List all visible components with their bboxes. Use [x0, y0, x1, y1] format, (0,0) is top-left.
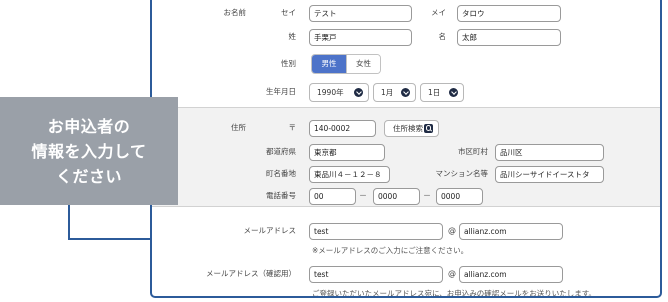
instruction-callout: お申込者の 情報を入力して ください — [0, 97, 178, 205]
birth-year-value: 1990年 — [317, 88, 344, 97]
gender-female-option[interactable]: 女性 — [346, 55, 380, 73]
birth-day-value: 1日 — [428, 88, 441, 97]
birth-day-select[interactable]: 1日 — [420, 83, 464, 102]
name-label: お名前 — [223, 8, 247, 17]
city-input[interactable]: 品川区 — [495, 144, 604, 161]
birth-year-select[interactable]: 1990年 — [309, 83, 369, 102]
postal-code-input[interactable]: 140-0002 — [309, 120, 376, 137]
email-confirm-local-input[interactable]: test — [309, 266, 443, 283]
first-name-label: 名 — [438, 32, 447, 41]
mei-label: メイ — [431, 8, 446, 17]
first-name-input[interactable]: 太郎 — [457, 29, 561, 46]
street-label: 町名番地 — [266, 169, 296, 178]
gender-label: 性別 — [281, 59, 296, 68]
phone-separator: － — [359, 191, 367, 200]
mei-input[interactable]: タロウ — [457, 5, 561, 22]
callout-connector-vertical — [68, 205, 70, 240]
last-name-input[interactable]: 手栗戸 — [309, 29, 412, 46]
phone-separator: － — [423, 191, 431, 200]
birthdate-label: 生年月日 — [266, 87, 296, 96]
prefecture-input[interactable]: 東京都 — [309, 144, 385, 161]
phone-input-3[interactable]: 0000 — [436, 188, 483, 205]
applicant-form: お名前 セイ テスト メイ タロウ 姓 手栗戸 名 太郎 性別 男性 女性 生年… — [150, 0, 662, 298]
chevron-down-icon — [449, 88, 458, 97]
building-input[interactable]: 品川シーサイドイーストタ — [495, 166, 604, 183]
address-search-label: 住所検索 — [393, 124, 423, 133]
at-mark: @ — [448, 269, 456, 278]
search-icon — [424, 124, 433, 133]
callout-connector-horizontal — [68, 238, 152, 240]
email-local-input[interactable]: test — [309, 223, 443, 240]
callout-line-2: 情報を入力して — [31, 141, 147, 161]
email-confirm-label: メールアドレス（確認用） — [206, 269, 296, 278]
email-confirm-note: ご登録いただいたメールアドレス宛に、お申込みの確認メールをお送りいたします。 — [312, 289, 597, 298]
callout-line-1: お申込者の — [47, 116, 131, 136]
callout-line-3: ください — [55, 166, 122, 186]
email-label: メールアドレス — [243, 226, 297, 235]
chevron-down-icon — [354, 88, 363, 97]
city-label: 市区町村 — [458, 147, 488, 156]
gender-toggle: 男性 女性 — [311, 54, 381, 74]
street-input[interactable]: 東品川４－１２－８ — [309, 166, 390, 183]
email-domain-input[interactable]: allianz.com — [459, 223, 563, 240]
section-divider — [152, 206, 660, 207]
postal-mark: 〒 — [288, 123, 297, 132]
birth-month-select[interactable]: 1月 — [373, 83, 416, 102]
email-note: ※メールアドレスのご入力にご注意ください。 — [312, 246, 469, 255]
address-label: 住所 — [231, 123, 246, 132]
at-mark: @ — [448, 226, 456, 235]
phone-input-2[interactable]: 0000 — [373, 188, 420, 205]
chevron-down-icon — [401, 88, 410, 97]
phone-label: 電話番号 — [266, 191, 296, 200]
birth-month-value: 1月 — [381, 88, 394, 97]
prefecture-label: 都道府県 — [266, 147, 296, 156]
address-search-button[interactable]: 住所検索 — [384, 120, 439, 137]
sei-input[interactable]: テスト — [309, 5, 412, 22]
building-label: マンション名等 — [435, 169, 489, 178]
phone-input-1[interactable]: 00 — [309, 188, 356, 205]
last-name-label: 姓 — [288, 32, 297, 41]
gender-male-option[interactable]: 男性 — [312, 55, 346, 73]
email-confirm-domain-input[interactable]: allianz.com — [459, 266, 563, 283]
sei-label: セイ — [281, 8, 296, 17]
